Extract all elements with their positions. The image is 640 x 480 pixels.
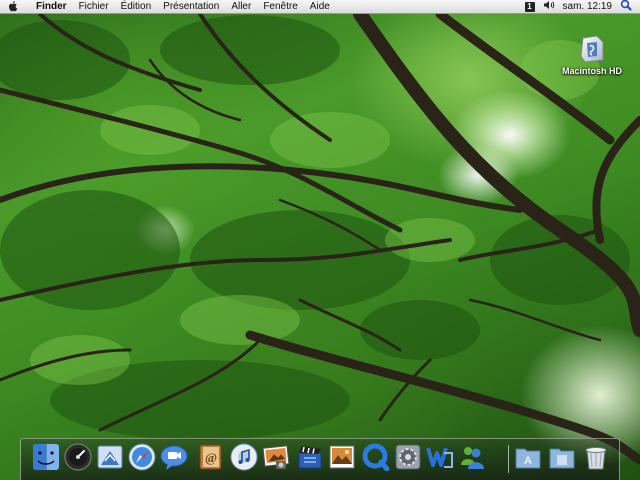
menu-bar: Finder Fichier Édition Présentation Alle… [0, 0, 640, 14]
hard-drive-icon [580, 35, 604, 63]
dock: @ A [20, 437, 620, 480]
menu-edition[interactable]: Édition [115, 0, 158, 14]
menu-clock[interactable]: sam. 12:19 [563, 1, 612, 12]
documents-folder-icon [549, 448, 575, 469]
system-preferences-icon [395, 444, 421, 470]
iphoto-icon [262, 445, 290, 469]
dock-item-system-preferences[interactable] [394, 443, 422, 471]
menu-aide[interactable]: Aide [304, 0, 336, 14]
mail-icon [97, 445, 123, 469]
dock-item-iphoto[interactable] [262, 443, 290, 471]
safari-icon [128, 443, 156, 471]
dock-item-address-book[interactable]: @ [196, 443, 224, 471]
ichat-icon [160, 445, 188, 470]
dock-item-preview[interactable] [328, 443, 356, 471]
dashboard-icon [64, 443, 92, 471]
volume-icon[interactable] [543, 0, 555, 13]
dock-item-finder[interactable] [32, 443, 60, 471]
dock-separator [508, 445, 509, 473]
macintosh-hd-label: Macintosh HD [562, 66, 623, 76]
menu-finder[interactable]: Finder [30, 0, 73, 14]
dock-item-itunes[interactable] [230, 443, 258, 471]
dock-item-safari[interactable] [128, 443, 156, 471]
menu-aller[interactable]: Aller [225, 0, 257, 14]
address-book-icon: @ [199, 444, 222, 470]
dock-item-quicktime[interactable] [362, 443, 390, 471]
dock-item-word[interactable] [426, 443, 454, 471]
svg-text:A: A [524, 455, 532, 467]
word-icon [426, 447, 453, 468]
dock-item-applications-folder[interactable]: A [514, 443, 542, 471]
dock-item-messenger[interactable] [458, 443, 486, 471]
menu-fenetre[interactable]: Fenêtre [257, 0, 303, 14]
dock-item-imovie[interactable] [296, 443, 324, 471]
dock-item-mail[interactable] [96, 443, 124, 471]
menu-extras: 1 sam. 12:19 [524, 0, 640, 14]
trash-icon [585, 447, 607, 470]
desktop[interactable]: Finder Fichier Édition Présentation Alle… [0, 0, 640, 480]
spotlight-icon[interactable] [620, 0, 632, 14]
finder-icon [33, 444, 59, 470]
svg-text:@: @ [205, 450, 217, 465]
dock-item-ichat[interactable] [160, 443, 188, 471]
dock-item-dashboard[interactable] [64, 443, 92, 471]
apple-menu-icon[interactable] [8, 1, 22, 12]
applications-folder-icon: A [515, 448, 541, 469]
imovie-icon [298, 446, 322, 469]
preview-icon [329, 445, 355, 469]
menu-fichier[interactable]: Fichier [73, 0, 115, 14]
dock-item-trash[interactable] [582, 443, 610, 471]
spaces-indicator[interactable]: 1 [524, 1, 535, 12]
wallpaper-tree-canopy [0, 7, 640, 465]
macintosh-hd[interactable]: Macintosh HD [562, 34, 622, 76]
menu-presentation[interactable]: Présentation [157, 0, 225, 14]
itunes-icon [230, 443, 258, 471]
quicktime-icon [362, 443, 390, 471]
dock-item-documents-folder[interactable] [548, 443, 576, 471]
messenger-icon [461, 447, 484, 469]
